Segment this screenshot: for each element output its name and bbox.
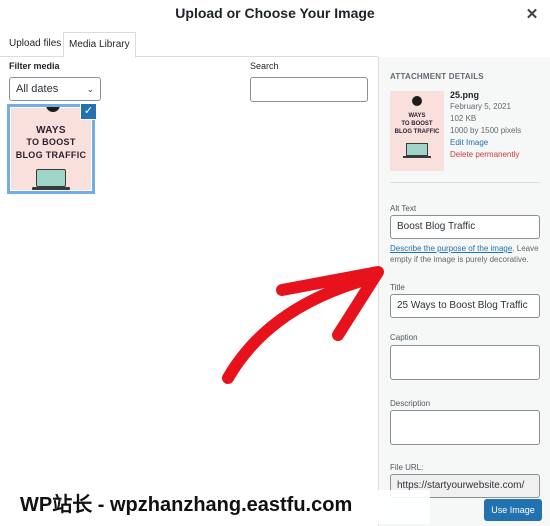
thumb-text: BLOG TRAFFIC — [394, 129, 440, 135]
close-icon[interactable]: ✕ — [524, 7, 540, 23]
chevron-down-icon: ⌄ — [86, 84, 94, 94]
date-filter-value: All dates — [16, 83, 59, 95]
attachment-filename: 25.png — [450, 90, 480, 100]
arrow-shaft — [222, 272, 378, 384]
thumb-text: TO BOOST — [26, 137, 76, 147]
delete-permanently-link[interactable]: Delete permanently — [450, 149, 521, 161]
selected-check-icon[interactable]: ✓ — [80, 103, 97, 120]
alt-text-hint: Describe the purpose of the image. Leave… — [390, 243, 545, 265]
title-label: Title — [390, 283, 405, 292]
thumb-text: WAYS — [36, 125, 66, 136]
tab-upload-files[interactable]: Upload files — [4, 32, 66, 58]
thumb-decoration — [46, 107, 60, 112]
date-filter-select[interactable]: All dates ⌄ — [9, 77, 101, 101]
filter-media-label: Filter media — [9, 61, 60, 71]
search-label: Search — [250, 61, 279, 71]
edit-image-link[interactable]: Edit Image — [450, 137, 521, 149]
thumb-text: TO BOOST — [401, 121, 433, 127]
laptop-icon — [36, 169, 66, 187]
watermark-text: WP站长 - wpzhanzhang.eastfu.com — [10, 490, 430, 524]
thumb-text: WAYS — [408, 113, 426, 119]
attachment-details-header: ATTACHMENT DETAILS — [390, 72, 484, 81]
tab-media-library[interactable]: Media Library — [63, 32, 136, 58]
modal-title: Upload or Choose Your Image — [175, 5, 375, 21]
description-textarea[interactable] — [390, 410, 540, 445]
search-input[interactable] — [250, 77, 368, 102]
attachment-dimensions: 1000 by 1500 pixels — [450, 126, 522, 135]
attachment-details-sidebar: ATTACHMENT DETAILS WAYS TO BOOST BLOG TR… — [378, 57, 550, 526]
attachment-thumbnail: WAYS TO BOOST BLOG TRAFFIC — [390, 91, 444, 171]
caption-label: Caption — [390, 333, 418, 342]
thumb-badge — [412, 96, 422, 106]
attachment-meta: 25.png February 5, 2021 102 KB 1000 by 1… — [450, 89, 521, 161]
laptop-base — [32, 187, 70, 190]
thumb-text: BLOG TRAFFIC — [15, 150, 87, 160]
file-url-label: File URL: — [390, 463, 424, 472]
attachment-date: February 5, 2021 — [450, 102, 511, 111]
tab-bar: Upload files Media Library — [0, 30, 378, 58]
arrow-head — [276, 266, 384, 341]
title-input[interactable]: 25 Ways to Boost Blog Traffic — [390, 294, 540, 318]
use-image-button[interactable]: Use Image — [484, 499, 542, 521]
divider — [390, 182, 540, 183]
laptop-base — [403, 156, 431, 158]
description-label: Description — [390, 399, 431, 408]
alt-text-label: Alt Text — [390, 204, 417, 213]
attachment-size: 102 KB — [450, 114, 477, 123]
alt-text-input[interactable]: Boost Blog Traffic — [390, 215, 540, 239]
describe-purpose-link[interactable]: Describe the purpose of the image — [390, 244, 512, 253]
caption-textarea[interactable] — [390, 345, 540, 380]
laptop-icon — [406, 143, 428, 156]
